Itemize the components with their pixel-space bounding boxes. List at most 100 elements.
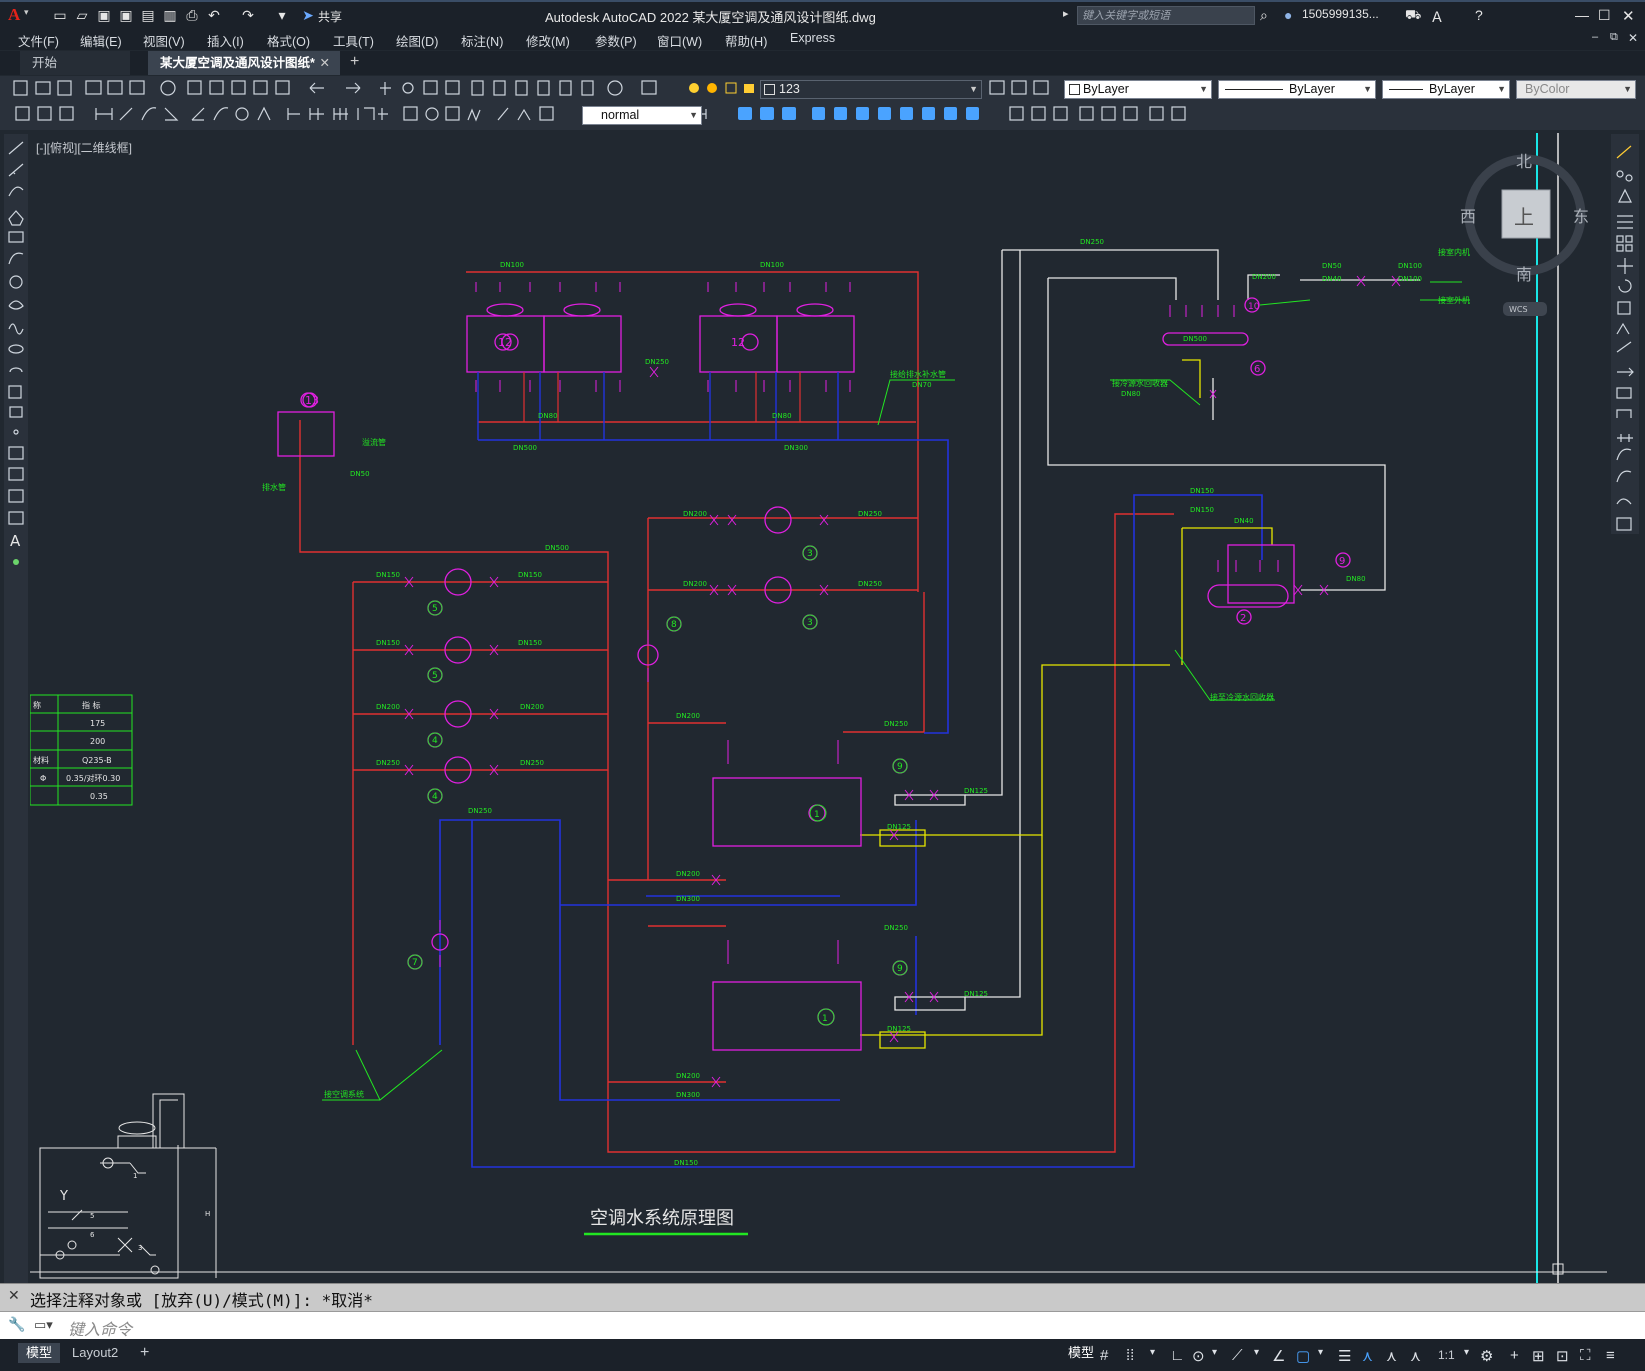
autodesk-a360-icon[interactable]: Ａ: [1430, 7, 1444, 27]
plot-icon[interactable]: ⎙: [184, 7, 200, 23]
share-icon[interactable]: ➤: [300, 7, 316, 23]
cart-icon[interactable]: ⛟: [1405, 7, 1421, 25]
maximize-icon[interactable]: ☐: [1598, 7, 1611, 24]
svg-text:DN200: DN200: [1252, 273, 1276, 281]
quick-properties-icon[interactable]: ⊡: [1556, 1347, 1569, 1365]
color-dropdown[interactable]: ByLayer ▼: [1064, 80, 1212, 99]
new-file-icon[interactable]: ▭: [52, 7, 68, 23]
command-prompt-icon[interactable]: ▭▾: [34, 1317, 53, 1333]
save-web-icon[interactable]: ▥: [162, 7, 178, 23]
chevron-down-icon[interactable]: ▾: [1464, 1347, 1469, 1358]
menu-window[interactable]: 窗口(W): [657, 31, 702, 50]
model-space-toggle[interactable]: 模型: [1060, 1343, 1102, 1363]
layer-dropdown[interactable]: 123 ▼: [760, 80, 982, 99]
annotation-scale-icon[interactable]: ⋏: [1410, 1347, 1421, 1365]
save-as-icon[interactable]: ▣: [118, 7, 134, 23]
search-icon[interactable]: ⌕: [1260, 7, 1268, 24]
units-icon[interactable]: ⊞: [1532, 1347, 1545, 1365]
annotation-visibility-icon[interactable]: ⋏: [1362, 1347, 1373, 1365]
redo-icon[interactable]: ↷: [240, 7, 256, 23]
dimstyle-dropdown[interactable]: normal ▼: [582, 106, 702, 125]
svg-text:材料: 材料: [33, 755, 49, 765]
annotation-scale[interactable]: 1:1: [1430, 1345, 1463, 1365]
tab-model[interactable]: 模型: [18, 1343, 61, 1363]
lineweight-dropdown[interactable]: ByLayer ▼: [1382, 80, 1510, 99]
app-menu-dropdown-icon[interactable]: ▾: [24, 7, 29, 18]
plotstyle-dropdown[interactable]: ByColor ▼: [1516, 80, 1636, 99]
snap-icon[interactable]: ⁞⁞: [1126, 1347, 1134, 1364]
chevron-down-icon[interactable]: ▾: [1318, 1347, 1323, 1358]
tab-document[interactable]: 某大厦空调及通风设计图纸* ✕: [148, 51, 340, 75]
tab-start[interactable]: 开始: [20, 51, 130, 75]
osnap-icon[interactable]: ▢: [1296, 1347, 1310, 1365]
svg-text:DN150: DN150: [518, 639, 542, 647]
share-label[interactable]: 共享: [318, 8, 342, 25]
add-layout-icon[interactable]: +: [132, 1343, 157, 1363]
command-input[interactable]: 🔧 ▭▾ 键入命令: [0, 1311, 1645, 1339]
lineweight-icon[interactable]: ☰: [1338, 1347, 1351, 1365]
menu-modify[interactable]: 修改(M): [526, 31, 570, 50]
svg-text:DN500: DN500: [1183, 335, 1207, 343]
menu-help[interactable]: 帮助(H): [725, 31, 767, 50]
menu-express[interactable]: Express: [790, 31, 835, 45]
osnap-track-icon[interactable]: ∠: [1272, 1347, 1285, 1365]
user-name[interactable]: 1505999135...: [1302, 7, 1379, 21]
menu-draw[interactable]: 绘图(D): [396, 31, 438, 50]
chevron-down-icon[interactable]: ▾: [1254, 1347, 1259, 1358]
clean-screen-icon[interactable]: ⛶: [1580, 1347, 1591, 1364]
close-command-icon[interactable]: ✕: [8, 1288, 20, 1304]
svg-text:6: 6: [1254, 364, 1260, 375]
svg-text:DN250: DN250: [1080, 238, 1104, 246]
open-file-icon[interactable]: ▱: [74, 7, 90, 23]
ortho-icon[interactable]: ∟: [1170, 1347, 1185, 1364]
workspace-gear-icon[interactable]: ⚙: [1480, 1347, 1493, 1365]
auto-scale-icon[interactable]: ⋏: [1386, 1347, 1397, 1365]
search-input[interactable]: 键入关键字或短语: [1077, 6, 1255, 25]
menu-file[interactable]: 文件(F): [18, 31, 59, 50]
draw-tool-icons[interactable]: A: [4, 134, 28, 594]
minimize-icon[interactable]: —: [1575, 7, 1589, 23]
chevron-down-icon[interactable]: ▾: [1150, 1347, 1155, 1358]
draw-toolbar: A: [4, 134, 28, 1284]
doc-restore-icon[interactable]: ⧉: [1610, 31, 1618, 44]
polar-icon[interactable]: ⊙: [1192, 1347, 1205, 1365]
isodraft-icon[interactable]: ⟋: [1232, 1347, 1243, 1364]
save-icon[interactable]: ▣: [96, 7, 112, 23]
customize-qa-icon[interactable]: ▾: [274, 7, 290, 23]
viewcube[interactable]: 上 北 南 东 西 WCS: [1460, 152, 1589, 316]
wrench-icon[interactable]: 🔧: [8, 1316, 25, 1333]
menu-edit[interactable]: 编辑(E): [80, 31, 122, 50]
close-icon[interactable]: ✕: [1622, 7, 1635, 25]
new-tab-icon[interactable]: +: [350, 53, 359, 71]
menu-tools[interactable]: 工具(T): [333, 31, 374, 50]
drawing-canvas[interactable]: 12 12 13 10 6 2 9 DN100 DN100 DN250 DN50…: [30, 133, 1608, 1283]
layer-name: 123: [779, 82, 800, 96]
help-icon[interactable]: ?: [1475, 7, 1483, 23]
modify-tool-icons[interactable]: [1611, 134, 1639, 534]
svg-text:1: 1: [133, 1172, 137, 1180]
tab-close-icon[interactable]: ✕: [320, 51, 330, 75]
menu-format[interactable]: 格式(O): [267, 31, 310, 50]
plus-icon[interactable]: +: [1510, 1347, 1519, 1364]
tab-layout2[interactable]: Layout2: [64, 1343, 126, 1363]
open-web-icon[interactable]: ▤: [140, 7, 156, 23]
grid-icon[interactable]: #: [1100, 1347, 1108, 1364]
tab-start-label: 开始: [32, 56, 58, 70]
undo-icon[interactable]: ↶: [206, 7, 222, 23]
customization-menu-icon[interactable]: ≡: [1606, 1347, 1615, 1364]
search-expand-icon[interactable]: ▸: [1063, 7, 1069, 20]
svg-text:DN125: DN125: [887, 823, 911, 831]
user-icon[interactable]: ●: [1284, 7, 1292, 23]
doc-close-icon[interactable]: ✕: [1628, 31, 1638, 45]
doc-minimize-icon[interactable]: –: [1592, 31, 1598, 43]
menu-view[interactable]: 视图(V): [143, 31, 185, 50]
drawing-svg[interactable]: 12 12 13 10 6 2 9 DN100 DN100 DN250 DN50…: [30, 133, 1608, 1283]
chevron-down-icon[interactable]: ▾: [1212, 1347, 1217, 1358]
viewport-controls-label[interactable]: [-][俯视][二维线框]: [36, 139, 132, 156]
menu-insert[interactable]: 插入(I): [207, 31, 244, 50]
note-overflow: 溢流管: [362, 437, 386, 447]
menu-dimension[interactable]: 标注(N): [461, 31, 503, 50]
autocad-logo-icon[interactable]: A: [8, 5, 20, 25]
menu-parametric[interactable]: 参数(P): [595, 31, 637, 50]
linetype-dropdown[interactable]: ByLayer ▼: [1218, 80, 1376, 99]
